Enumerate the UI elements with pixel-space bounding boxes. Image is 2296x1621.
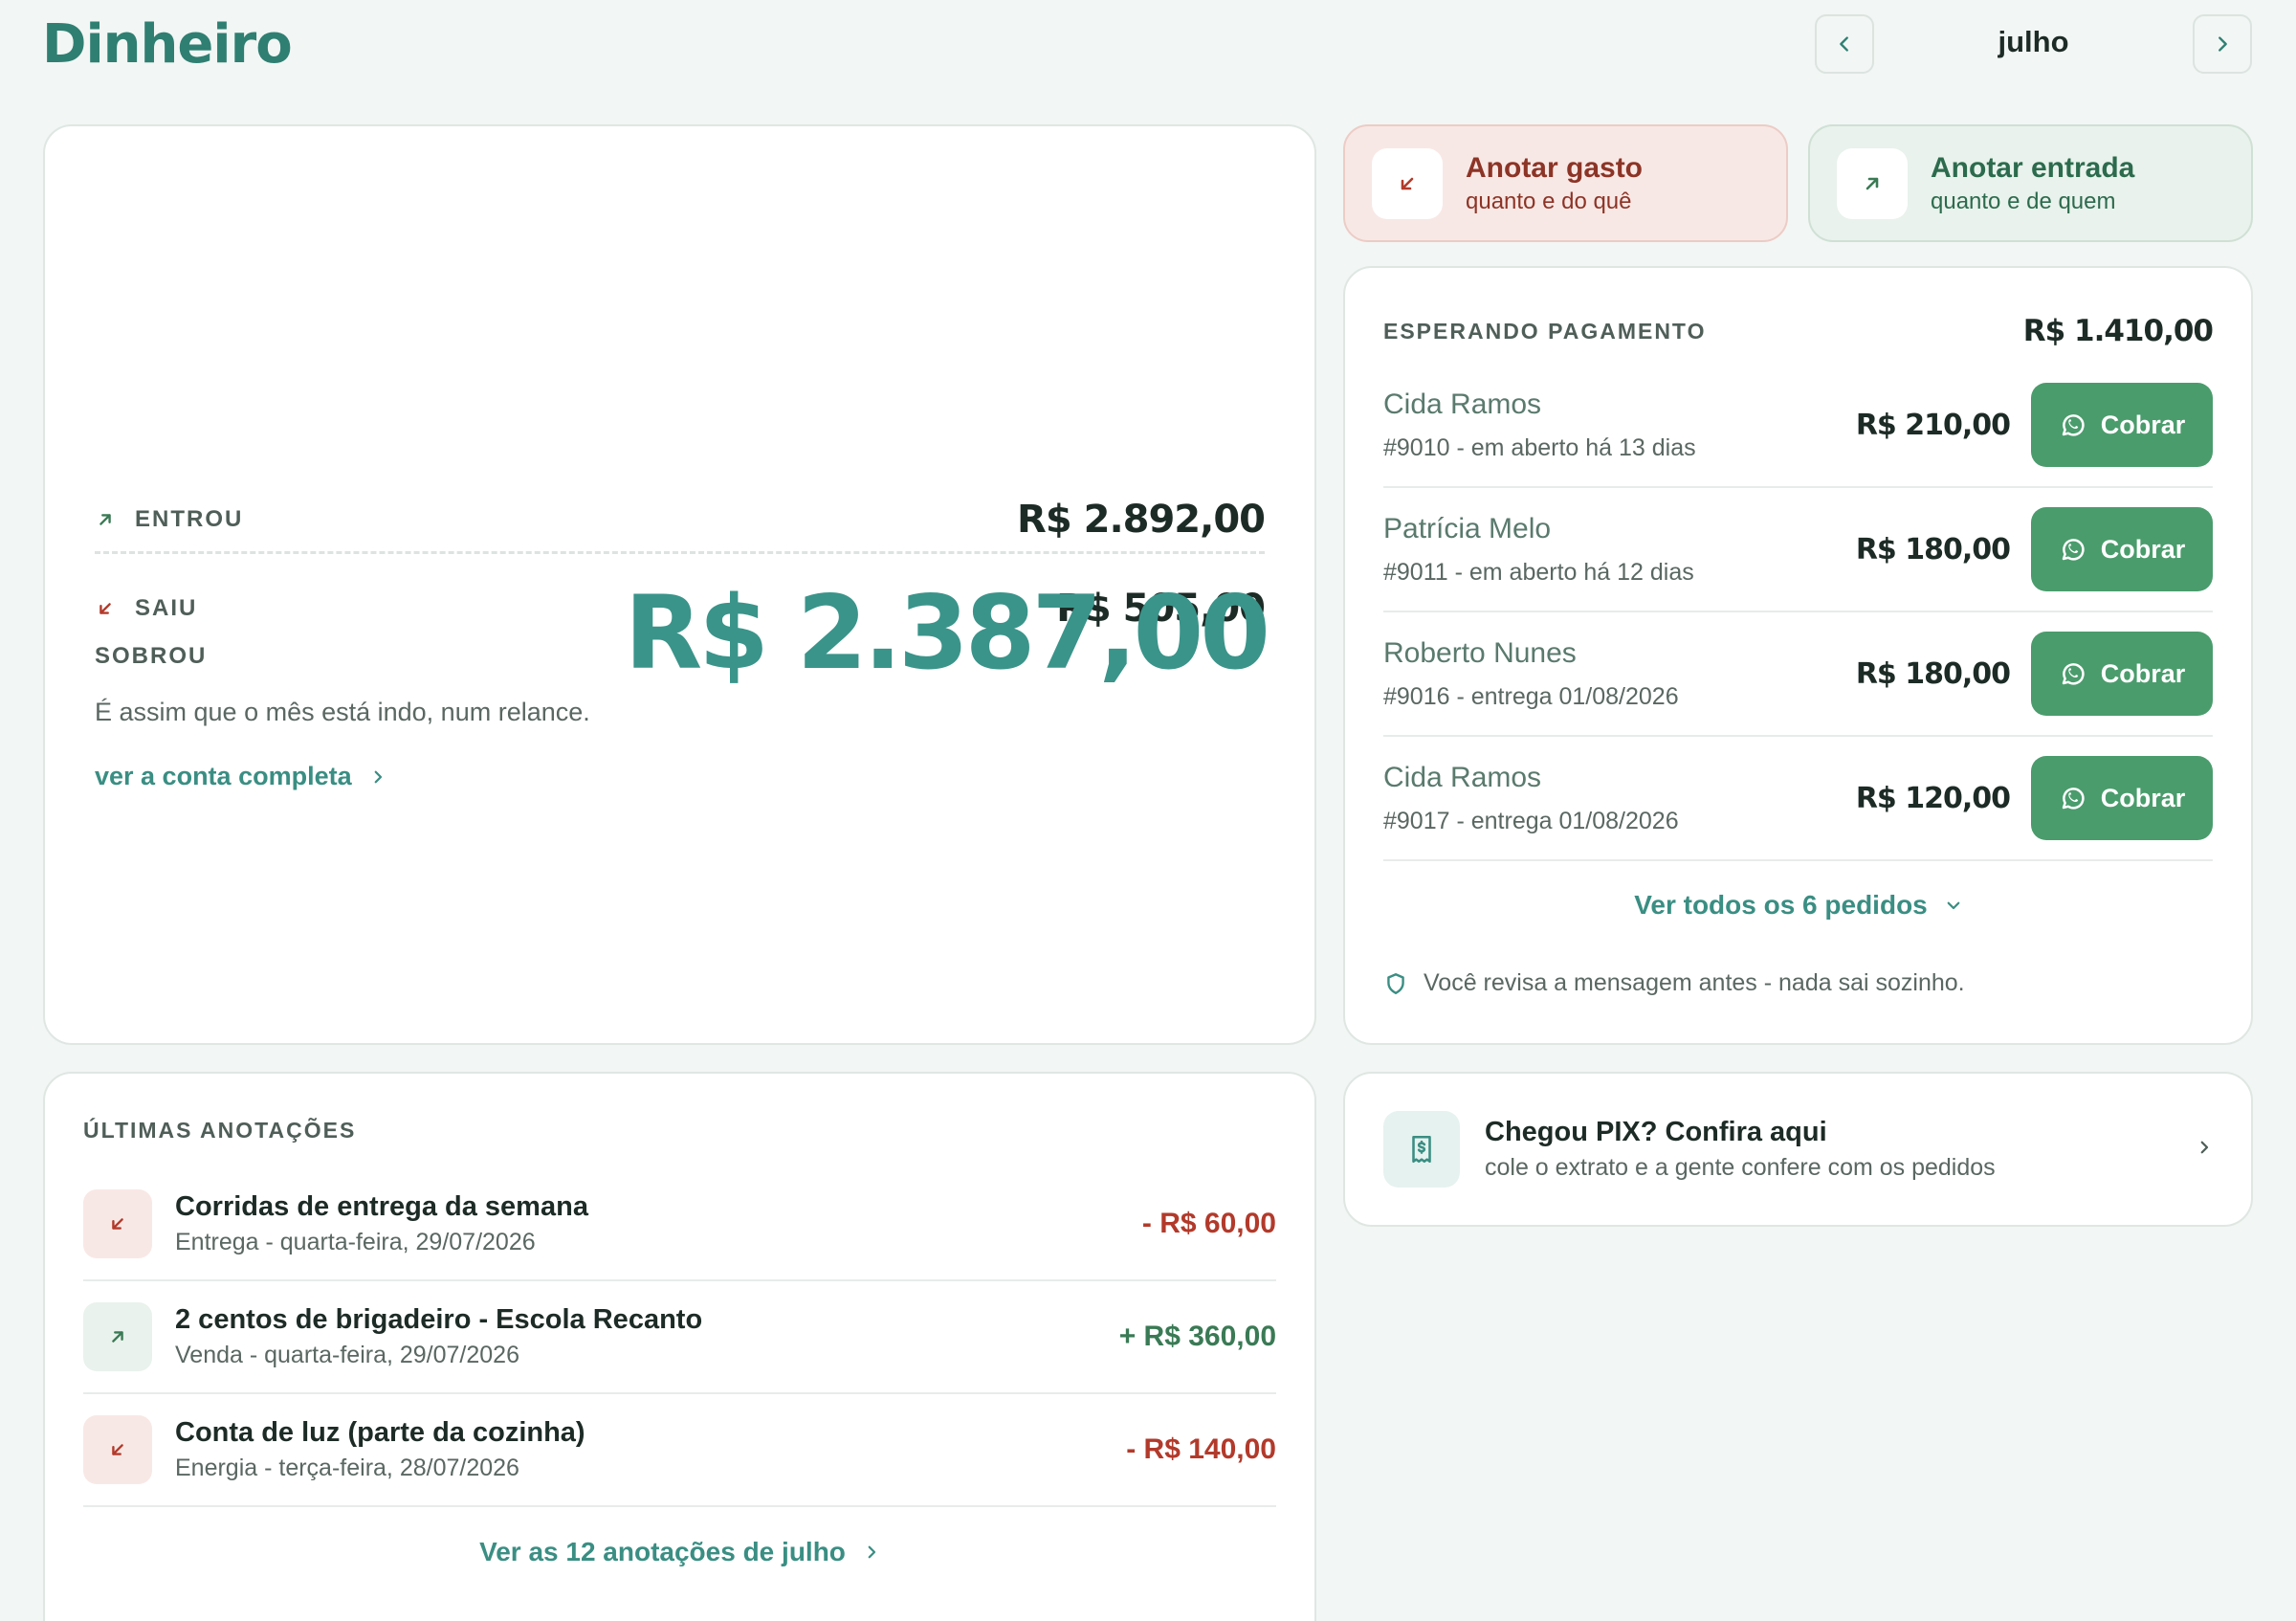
arrow-up-right-icon — [112, 1331, 123, 1343]
customer-name: Patrícia Melo — [1383, 512, 1552, 544]
full-statement-link[interactable]: ver a conta completa — [95, 762, 386, 791]
arrow-down-left-icon — [1401, 177, 1414, 189]
customer-name: Cida Ramos — [1383, 388, 1542, 420]
see-all-notes-label: Ver as 12 anotações de julho — [479, 1537, 846, 1566]
income-row: ENTROU R$ 2.892,00 — [95, 498, 1266, 542]
pending-payments-card: ESPERANDO PAGAMENTO R$ 1.410,00 Cida Ram… — [1343, 266, 2253, 1045]
add-income-subtitle: quanto e de quem — [1931, 188, 2116, 214]
receipt-icon — [1412, 1135, 1431, 1164]
charge-button[interactable]: Cobrar — [2031, 756, 2213, 840]
pending-item: Patrícia Melo #9011 - em aberto há 12 di… — [1383, 488, 2213, 612]
add-expense-title: Anotar gasto — [1466, 151, 1644, 184]
note-item[interactable]: 2 centos de brigadeiro - Escola Recanto … — [83, 1281, 1276, 1394]
note-item[interactable]: Corridas de entrega da semana Entrega - … — [83, 1168, 1276, 1281]
see-all-orders-label: Ver todos os 6 pedidos — [1634, 890, 1928, 920]
expense-label: SAIU — [135, 595, 198, 621]
chevron-left-icon — [1840, 36, 1848, 52]
pending-list: Cida Ramos #9010 - em aberto há 13 dias … — [1383, 364, 2213, 861]
expense-badge — [83, 1189, 152, 1258]
income-value: R$ 2.892,00 — [1017, 498, 1266, 542]
note-subtitle: Entrega - quarta-feira, 29/07/2026 — [175, 1229, 536, 1255]
note-amount: - R$ 140,00 — [1126, 1433, 1276, 1465]
next-month-button[interactable] — [2193, 14, 2252, 74]
add-expense-subtitle: quanto e do quê — [1466, 188, 1632, 214]
arrow-down-left-icon — [99, 603, 111, 614]
customer-name: Roberto Nunes — [1383, 636, 1577, 669]
charge-button-label: Cobrar — [2100, 658, 2186, 688]
chevron-right-icon — [2200, 1141, 2209, 1153]
income-badge — [83, 1302, 152, 1371]
customer-name: Cida Ramos — [1383, 761, 1542, 793]
charge-button-label: Cobrar — [2100, 534, 2186, 564]
previous-month-button[interactable] — [1815, 14, 1874, 74]
charge-button[interactable]: Cobrar — [2031, 383, 2213, 467]
pending-label: ESPERANDO PAGAMENTO — [1383, 318, 1707, 344]
see-all-notes-link[interactable]: Ver as 12 anotações de julho — [45, 1537, 1314, 1567]
shield-icon — [1387, 972, 1404, 994]
expense-badge — [83, 1415, 152, 1484]
note-amount: + R$ 360,00 — [1118, 1321, 1276, 1352]
add-expense-button[interactable]: Anotar gasto quanto e do quê — [1343, 124, 1788, 242]
order-amount: R$ 180,00 — [1855, 656, 2011, 691]
charge-button-label: Cobrar — [2100, 410, 2186, 439]
whatsapp-icon — [2062, 539, 2085, 561]
balance-label: SOBROU — [95, 643, 208, 669]
note-item[interactable]: Conta de luz (parte da cozinha) Energia … — [83, 1394, 1276, 1507]
order-meta: #9010 - em aberto há 13 dias — [1383, 433, 1696, 461]
note-amount: - R$ 60,00 — [1141, 1208, 1276, 1239]
note-title: Corridas de entrega da semana — [175, 1191, 588, 1222]
add-income-button[interactable]: Anotar entrada quanto e de quem — [1808, 124, 2253, 242]
order-meta: #9016 - entrega 01/08/2026 — [1383, 682, 1679, 710]
receipt-icon-box — [1383, 1111, 1460, 1188]
arrow-up-right-icon — [99, 514, 111, 525]
note-title: Conta de luz (parte da cozinha) — [175, 1417, 585, 1448]
chevron-right-icon — [374, 770, 382, 783]
pix-title: Chegou PIX? Confira aqui — [1485, 1117, 1827, 1147]
pix-check-card[interactable]: Chegou PIX? Confira aqui cole o extrato … — [1343, 1072, 2253, 1227]
see-all-orders-link[interactable]: Ver todos os 6 pedidos — [1345, 890, 2251, 921]
arrow-up-right-icon — [1866, 177, 1879, 189]
add-income-title: Anotar entrada — [1931, 151, 2135, 184]
arrow-down-left-icon — [112, 1444, 123, 1455]
whatsapp-icon — [2062, 788, 2085, 810]
note-subtitle: Venda - quarta-feira, 29/07/2026 — [175, 1342, 519, 1368]
income-icon-box — [1837, 147, 1908, 219]
order-amount: R$ 120,00 — [1855, 781, 2011, 815]
charge-button-label: Cobrar — [2100, 783, 2186, 812]
latest-notes-card: ÚLTIMAS ANOTAÇÕES Corridas de entrega da… — [43, 1072, 1316, 1621]
order-meta: #9017 - entrega 01/08/2026 — [1383, 807, 1679, 834]
current-month: julho — [1998, 25, 2069, 58]
balance-value: R$ 2.387,00 — [624, 574, 1270, 692]
pix-subtitle: cole o extrato e a gente confere com os … — [1485, 1154, 1996, 1181]
review-notice: Você revisa a mensagem antes - nada sai … — [1383, 969, 1965, 997]
pending-total: R$ 1.410,00 — [2022, 314, 2214, 348]
note-subtitle: Energia - terça-feira, 28/07/2026 — [175, 1454, 519, 1481]
order-amount: R$ 210,00 — [1855, 408, 2011, 442]
app-logo: Dinheiro — [42, 13, 293, 76]
whatsapp-icon — [2062, 663, 2085, 685]
whatsapp-icon — [2062, 414, 2085, 436]
expense-icon-box — [1372, 147, 1443, 219]
notes-list: Corridas de entrega da semana Entrega - … — [83, 1168, 1276, 1507]
review-notice-text: Você revisa a mensagem antes - nada sai … — [1424, 969, 1965, 996]
arrow-down-left-icon — [112, 1218, 123, 1230]
income-label: ENTROU — [135, 506, 244, 532]
order-amount: R$ 180,00 — [1855, 532, 2011, 566]
chevron-right-icon — [868, 1545, 876, 1559]
pending-item: Roberto Nunes #9016 - entrega 01/08/2026… — [1383, 612, 2213, 737]
pending-item: Cida Ramos #9017 - entrega 01/08/2026 R$… — [1383, 737, 2213, 861]
month-summary-card: ENTROU R$ 2.892,00 SAIU R$ 505,00 SOBROU… — [43, 124, 1316, 1045]
summary-tagline: É assim que o mês está indo, num relance… — [95, 698, 590, 726]
dashed-divider — [95, 551, 1265, 554]
chevron-right-icon — [2219, 36, 2227, 52]
latest-notes-label: ÚLTIMAS ANOTAÇÕES — [83, 1118, 357, 1143]
charge-button[interactable]: Cobrar — [2031, 507, 2213, 591]
full-statement-link-label: ver a conta completa — [95, 762, 352, 790]
order-meta: #9011 - em aberto há 12 dias — [1383, 558, 1694, 586]
chevron-down-icon — [1947, 901, 1960, 910]
note-title: 2 centos de brigadeiro - Escola Recanto — [175, 1304, 703, 1335]
pending-item: Cida Ramos #9010 - em aberto há 13 dias … — [1383, 364, 2213, 488]
charge-button[interactable]: Cobrar — [2031, 632, 2213, 716]
